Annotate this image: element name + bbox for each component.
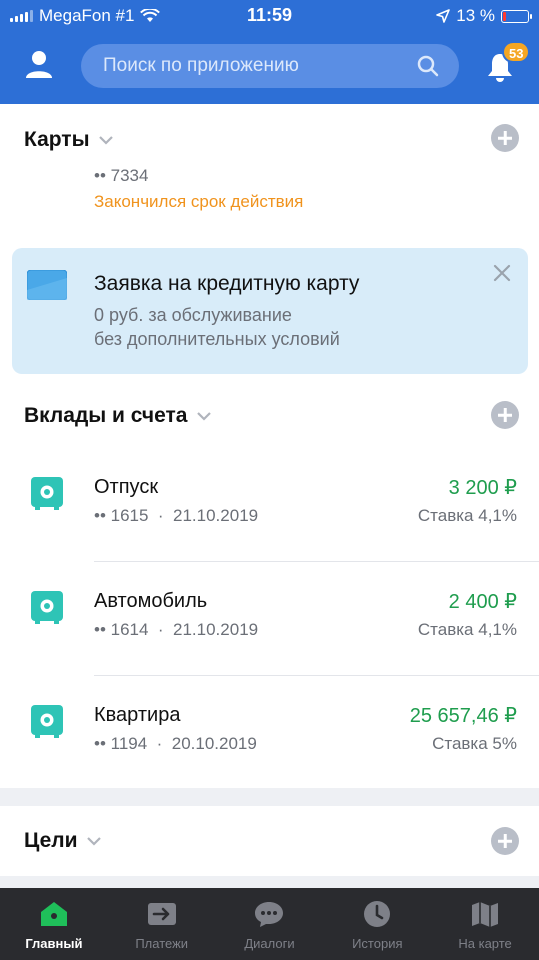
deposits-section-title: Вклады и счета [24,404,188,427]
deposit-amount: 25 657,46 ₽ [409,705,517,727]
safe-icon [31,591,63,624]
clock-icon [364,901,391,927]
deposit-row[interactable]: Квартира •• 1194 · 20.10.2019 25 657,46 … [0,676,539,790]
battery-percent: 13 % [456,6,495,25]
add-goal-button[interactable] [491,827,519,855]
tab-label: На карте [458,936,512,951]
card-number: •• 7334 [94,166,149,185]
map-icon [472,902,499,927]
tab-map[interactable]: На карте [431,888,539,960]
tab-bar: Главный Платежи Диалоги История На карте [0,888,539,960]
tab-home[interactable]: Главный [0,888,108,960]
promo-subtitle-1: 0 руб. за обслуживание [94,305,292,325]
goals-section-title: Цели [24,829,78,852]
deposit-meta: •• 1615 · 21.10.2019 [94,506,258,526]
top-bar: MegaFon #1 11:59 13 % Поиск по приложени… [0,0,539,104]
search-bar[interactable] [81,44,459,88]
deposit-date: 20.10.2019 [171,734,257,753]
deposit-meta: •• 1194 · 20.10.2019 [94,734,257,754]
tab-label: История [352,936,403,951]
goals-section-header[interactable]: Цели [24,829,102,853]
credit-card-icon [27,270,67,300]
add-deposit-button[interactable] [491,401,519,429]
cards-section-header[interactable]: Карты [24,128,114,152]
add-card-button[interactable] [491,124,519,152]
deposit-row[interactable]: Автомобиль •• 1614 · 21.10.2019 2 400 ₽ … [0,562,539,676]
meta-separator: · [147,734,172,753]
card-status[interactable]: Закончился срок действия [94,192,303,212]
deposit-rate: Ставка 4,1% [417,620,517,639]
transfer-icon [147,903,176,925]
location-arrow-icon [436,9,451,23]
chevron-down-icon [196,412,211,421]
promo-title: Заявка на кредитную карту [94,272,360,295]
status-bar: MegaFon #1 11:59 13 % [0,0,539,32]
tab-label: Диалоги [244,936,295,951]
tab-label: Платежи [135,936,189,951]
tab-dialogs[interactable]: Диалоги [216,888,324,960]
deposit-name: Квартира [94,704,181,726]
deposit-date: 21.10.2019 [173,506,259,525]
header: 53 [0,32,539,104]
deposit-rate: Ставка 4,1% [417,506,517,525]
cards-section-title: Карты [24,128,90,151]
deposit-meta: •• 1614 · 21.10.2019 [94,620,258,640]
meta-separator: · [148,620,174,639]
deposit-rate: Ставка 5% [432,734,517,753]
tab-history[interactable]: История [323,888,431,960]
meta-separator: · [148,506,174,525]
deposit-name: Автомобиль [94,590,208,612]
home-icon [40,902,67,926]
credit-card-promo[interactable]: Заявка на кредитную карту 0 руб. за обсл… [12,248,528,374]
battery-icon [501,9,532,23]
deposit-account: •• 1194 [94,734,148,753]
deposit-account: •• 1615 [94,506,149,525]
chat-icon [255,902,284,927]
deposit-amount: 2 400 ₽ [448,591,517,613]
deposit-amount: 3 200 ₽ [448,477,517,499]
deposit-date: 21.10.2019 [173,620,259,639]
tab-payments[interactable]: Платежи [108,888,216,960]
tab-label: Главный [25,936,83,951]
safe-icon [31,705,63,738]
search-icon [417,55,439,77]
profile-icon[interactable] [22,48,56,82]
search-input[interactable] [103,44,403,88]
deposit-row[interactable]: Отпуск •• 1615 · 21.10.2019 3 200 ₽ Став… [0,448,539,562]
deposit-account: •• 1614 [94,620,149,639]
chevron-down-icon [86,837,101,846]
chevron-down-icon [98,136,113,145]
close-icon[interactable] [493,264,511,282]
promo-subtitle-2: без дополнительных условий [94,329,340,349]
deposits-section-header[interactable]: Вклады и счета [24,404,212,428]
deposit-name: Отпуск [94,476,159,498]
notification-badge: 53 [502,41,531,63]
safe-icon [31,477,63,510]
